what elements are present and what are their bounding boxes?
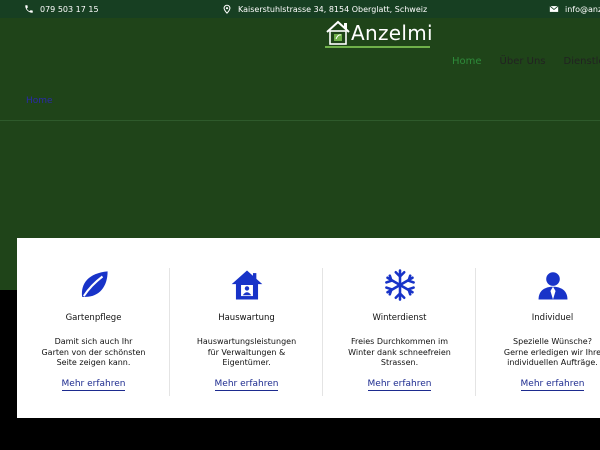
service-card-individuel: Individuel Spezielle Wünsche? Gerne erle… [476, 268, 600, 396]
service-description: Freies Durchkommen im Winter dank schnee… [348, 337, 451, 367]
logo-text: Anzelmi [351, 21, 433, 45]
house-icon [231, 270, 262, 300]
envelope-icon [549, 5, 559, 12]
contact-email[interactable]: info@anz [549, 4, 600, 14]
logo-underline [325, 46, 430, 48]
header-divider [0, 120, 600, 121]
house-logo-icon [326, 20, 350, 45]
site-logo[interactable]: Anzelmi [325, 18, 433, 48]
services-panel: Gartenpflege Damit sich auch Ihr Garten … [17, 238, 600, 418]
service-title: Winterdienst [372, 313, 427, 323]
leaf-icon [81, 271, 108, 297]
contact-phone[interactable]: 079 503 17 15 [24, 4, 99, 14]
user-icon [538, 272, 567, 300]
main-nav: Home Über Uns Dienstle [452, 56, 600, 67]
location-pin-icon [223, 4, 231, 14]
contact-address[interactable]: Kaiserstuhlstrasse 34, 8154 Oberglatt, S… [222, 4, 427, 14]
address-text: Kaiserstuhlstrasse 34, 8154 Oberglatt, S… [238, 4, 428, 14]
nav-item-dienstleistungen[interactable]: Dienstle [564, 56, 600, 67]
top-bar: 079 503 17 15 Kaiserstuhlstrasse 34, 815… [0, 0, 600, 18]
phone-number: 079 503 17 15 [40, 4, 99, 14]
service-description: Hauswartungsleistungen für Verwaltungen … [196, 337, 297, 367]
mehr-erfahren-link[interactable]: Mehr erfahren [520, 379, 585, 391]
email-text: info@anz [565, 4, 600, 14]
mehr-erfahren-link[interactable]: Mehr erfahren [367, 379, 432, 391]
service-description: Spezielle Wünsche? Gerne erledigen wir I… [503, 337, 600, 367]
phone-icon [25, 5, 33, 13]
service-card-winterdienst: Winterdienst Freies Durchkommen im Winte… [323, 268, 476, 396]
mehr-erfahren-link[interactable]: Mehr erfahren [61, 379, 126, 391]
service-title: Hauswartung [218, 313, 275, 323]
service-description: Damit sich auch Ihr Garten von der schön… [41, 337, 146, 367]
service-card-hauswartung: Hauswartung Hauswartungsleistungen für V… [170, 268, 323, 396]
service-title: Gartenpflege [65, 313, 122, 323]
nav-item-ueber-uns[interactable]: Über Uns [500, 56, 546, 67]
service-title: Individuel [531, 313, 574, 323]
mehr-erfahren-link[interactable]: Mehr erfahren [214, 379, 279, 391]
service-card-gartenpflege: Gartenpflege Damit sich auch Ihr Garten … [17, 268, 170, 396]
nav-item-home[interactable]: Home [452, 56, 482, 67]
snowflake-icon [384, 269, 415, 301]
breadcrumb[interactable]: Home [26, 96, 53, 106]
